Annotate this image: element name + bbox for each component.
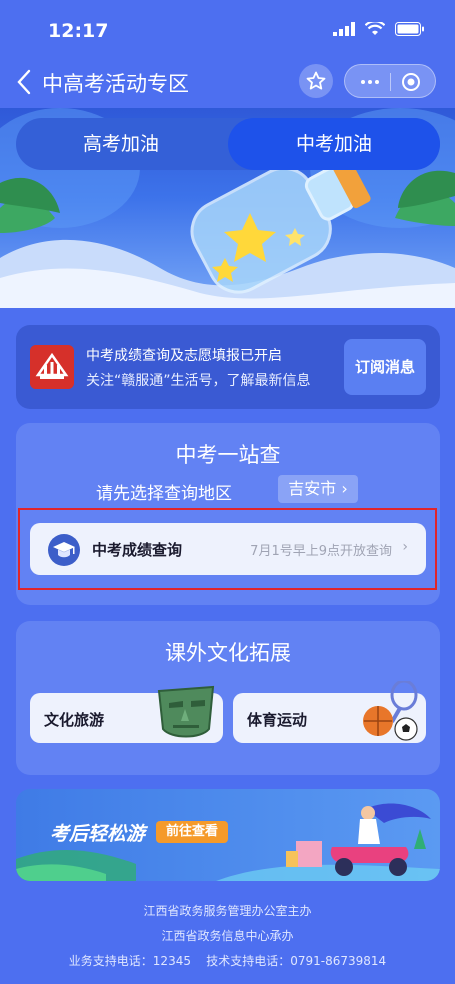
ganfutong-logo-icon [30, 345, 74, 389]
nav-bar: 中高考活动专区 [0, 56, 455, 108]
page-title: 中高考活动专区 [42, 72, 189, 96]
back-chevron-icon[interactable] [14, 68, 34, 96]
culture-travel-label: 文化旅游 [44, 711, 105, 729]
zhongkao-query-section: 中考一站查 请先选择查询地区 吉安市 › 中考成绩查询 7月1号早上9点开放查询… [16, 423, 440, 605]
score-query-hint: 7月1号早上9点开放查询 [250, 544, 392, 559]
chevron-right-icon: › [402, 539, 408, 555]
status-time: 12:17 [48, 20, 109, 42]
star-icon [306, 71, 326, 90]
close-target-icon[interactable] [401, 72, 421, 92]
footer-operator: 江西省政务信息中心承办 [161, 929, 294, 943]
footer-organizer: 江西省政务服务管理办公室主办 [143, 904, 312, 918]
notice-title: 中考成绩查询及志愿填报已开启 [86, 348, 282, 364]
sports-label: 体育运动 [247, 711, 308, 729]
wifi-icon [365, 22, 385, 35]
capsule-divider [390, 73, 391, 91]
notice-card: 中考成绩查询及志愿填报已开启 关注“赣服通”生活号，了解最新信息 订阅消息 [16, 325, 440, 409]
graduation-cap-icon [48, 534, 80, 566]
exam-tab-bar: 高考加油 中考加油 [16, 118, 440, 170]
more-options-icon[interactable] [357, 71, 383, 93]
notice-subtitle: 关注“赣服通”生活号，了解最新信息 [86, 373, 311, 389]
travel-title: 考后轻松游 [50, 823, 146, 845]
sports-tile[interactable]: 体育运动 [233, 681, 426, 743]
status-bar: 12:17 [0, 0, 455, 56]
signal-icon [333, 22, 355, 36]
tab-gaokao[interactable]: 高考加油 [16, 118, 226, 170]
subscribe-button[interactable]: 订阅消息 [344, 339, 426, 395]
culture-travel-tile[interactable]: 文化旅游 [30, 685, 223, 743]
travel-banner[interactable]: 考后轻松游 前往查看 [16, 789, 440, 881]
sports-balls-icon [363, 681, 418, 741]
battery-icon [395, 22, 424, 36]
mini-program-capsule [344, 64, 436, 98]
scooter-rider-icon [286, 803, 431, 876]
score-query-label: 中考成绩查询 [92, 541, 183, 559]
extracurricular-section: 课外文化拓展 文化旅游 体育运动 [16, 621, 440, 775]
section-title: 课外文化拓展 [165, 641, 291, 665]
score-query-button[interactable]: 中考成绩查询 7月1号早上9点开放查询 › [30, 523, 426, 575]
bronze-mask-icon [157, 685, 215, 738]
view-now-button[interactable]: 前往查看 [156, 821, 228, 843]
section-title: 中考一站查 [175, 443, 281, 467]
region-prompt: 请先选择查询地区 [96, 484, 232, 504]
footer-phones: 业务支持电话：12345 技术支持电话：0791-86739814 [68, 954, 387, 968]
region-select[interactable]: 吉安市 › [278, 475, 358, 503]
status-icons [333, 22, 425, 36]
tab-zhongkao[interactable]: 中考加油 [228, 118, 440, 170]
favorite-button[interactable] [299, 64, 333, 98]
